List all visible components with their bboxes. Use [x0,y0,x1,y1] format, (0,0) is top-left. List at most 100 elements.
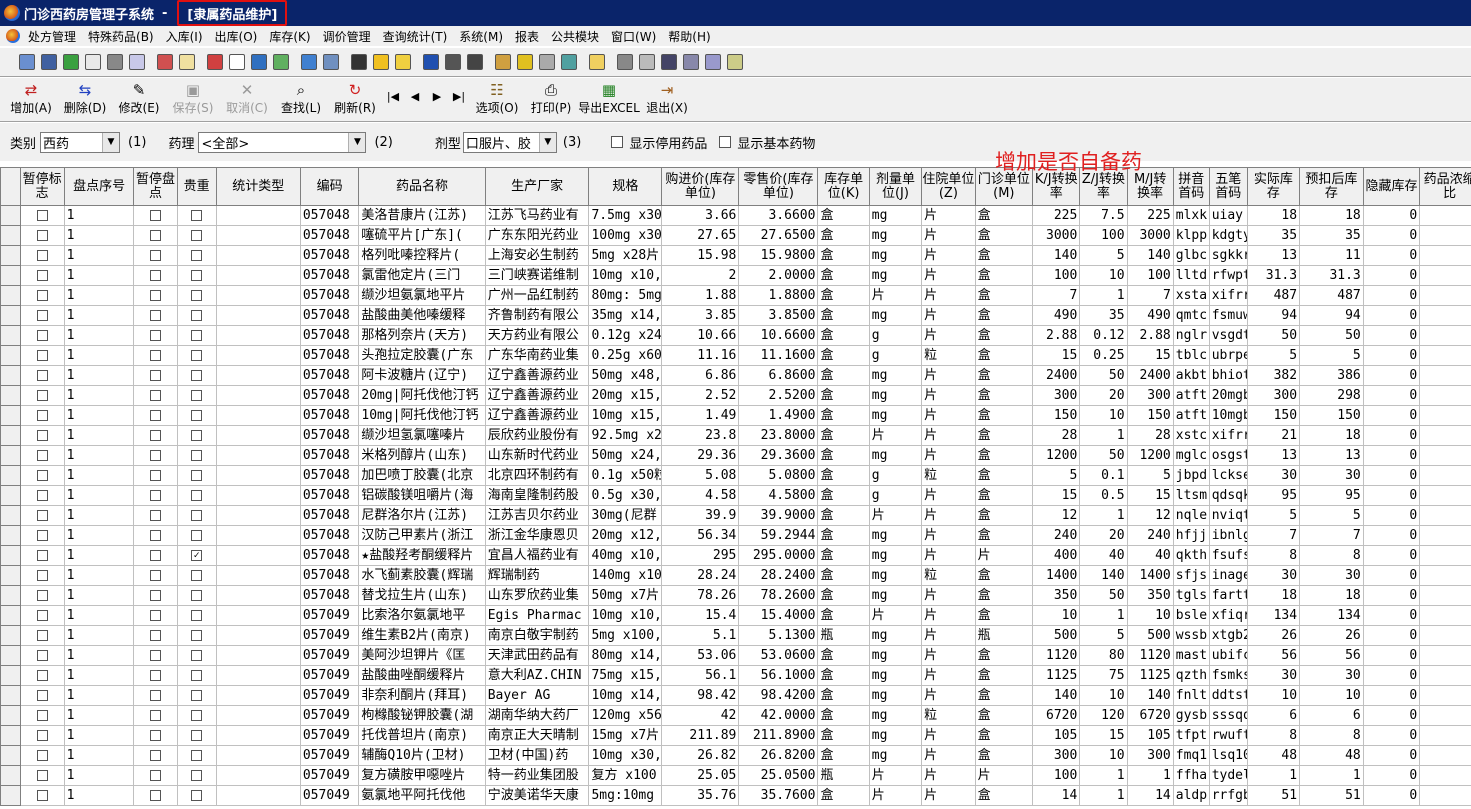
checkbox[interactable] [191,749,203,761]
manufacturer-cell[interactable]: 辽宁鑫善源药业 [484,405,590,426]
pause-count-checkbox[interactable] [133,265,178,286]
checkbox[interactable] [191,589,203,601]
hidden-stock-cell[interactable]: 0 [1362,545,1421,566]
pinyin-code-cell[interactable]: gysb [1172,705,1210,726]
drug-name-cell[interactable]: 比索洛尔氨氯地平 [358,605,486,626]
valuable-checkbox[interactable] [176,565,217,586]
manufacturer-cell[interactable]: 齐鲁制药有限公 [484,305,590,326]
kj-ratio-cell[interactable]: 400 [1032,545,1081,566]
calculator-icon[interactable] [561,54,577,70]
checkbox[interactable] [36,729,48,741]
mj-ratio-cell[interactable]: 28 [1126,425,1174,446]
hidden-stock-cell[interactable]: 0 [1362,305,1421,326]
stat-type-cell[interactable] [215,505,301,526]
count-seq-cell[interactable]: 1 [63,265,135,286]
stat-type-cell[interactable] [215,785,301,806]
inpatient-unit-cell[interactable]: 片 [921,245,976,266]
after-hold-stock-cell[interactable]: 95 [1299,485,1364,506]
kj-ratio-cell[interactable]: 100 [1032,265,1081,286]
mj-ratio-cell[interactable]: 6720 [1126,705,1174,726]
pinyin-code-cell[interactable]: tfpt [1172,725,1210,746]
outpatient-unit-cell[interactable]: 片 [974,765,1034,786]
spec-cell[interactable]: 20mg x15, [588,385,663,406]
count-seq-cell[interactable]: 1 [63,405,135,426]
kj-ratio-cell[interactable]: 6720 [1032,705,1081,726]
pause-flag-checkbox[interactable] [19,245,65,266]
purchase-price-cell[interactable]: 28.24 [661,565,740,586]
checkbox[interactable] [191,229,203,241]
concentration-cell[interactable] [1419,785,1471,806]
hidden-stock-cell[interactable]: 0 [1362,465,1421,486]
document-icon[interactable] [85,54,101,70]
hidden-stock-cell[interactable]: 0 [1362,725,1421,746]
col-header[interactable]: 药品浓缩比 [1419,167,1471,206]
zj-ratio-cell[interactable]: 0.25 [1079,345,1128,366]
drug-name-cell[interactable]: 10mg|阿托伐他汀钙 [358,405,486,426]
outpatient-unit-cell[interactable]: 盒 [974,305,1034,326]
thermometer-icon[interactable] [517,54,533,70]
spec-cell[interactable]: 120mg x56 [588,705,663,726]
checkbox[interactable] [150,589,162,601]
count-seq-cell[interactable]: 1 [63,545,135,566]
mj-ratio-cell[interactable]: 3000 [1126,225,1174,246]
purchase-price-cell[interactable]: 3.85 [661,305,740,326]
drug-name-cell[interactable]: 托伐普坦片(南京) [358,725,486,746]
pause-count-checkbox[interactable] [133,325,178,346]
dose-unit-cell[interactable]: mg [868,385,923,406]
code-cell[interactable]: 057048 [299,305,360,326]
mj-ratio-cell[interactable]: 10 [1126,605,1174,626]
inpatient-unit-cell[interactable]: 片 [921,525,976,546]
retail-price-cell[interactable]: 3.6600 [738,205,819,226]
spec-cell[interactable]: 0.1g x50粒 [588,465,663,486]
outpatient-unit-cell[interactable]: 盒 [974,345,1034,366]
table-row[interactable]: 1 057049 美阿沙坦钾片《匡 天津武田药品有 80mg x14, 53.06 53.0… [0,645,1471,666]
pause-count-checkbox[interactable] [133,505,178,526]
dose-unit-cell[interactable]: g [868,465,923,486]
checkbox[interactable] [191,649,203,661]
concentration-cell[interactable] [1419,285,1471,306]
edit-icon[interactable] [705,54,721,70]
drug-name-cell[interactable]: 美洛昔康片(江苏) [358,205,486,226]
col-header[interactable]: 剂量单位(J) [868,167,923,206]
after-hold-stock-cell[interactable]: 5 [1299,345,1364,366]
checkbox[interactable] [150,669,162,681]
pause-count-checkbox[interactable] [133,665,178,686]
approve-icon[interactable] [273,54,289,70]
kj-ratio-cell[interactable]: 7 [1032,285,1081,306]
pause-flag-checkbox[interactable] [19,425,65,446]
zj-ratio-cell[interactable]: 5 [1079,245,1128,266]
retail-price-cell[interactable]: 3.8500 [738,305,819,326]
stock-unit-cell[interactable]: 盒 [817,345,870,366]
valuable-checkbox[interactable] [176,265,217,286]
stat-type-cell[interactable] [215,725,301,746]
stock-unit-cell[interactable]: 瓶 [817,765,870,786]
checkbox[interactable] [191,249,203,261]
code-cell[interactable]: 057048 [299,465,360,486]
pause-flag-checkbox[interactable] [19,645,65,666]
count-seq-cell[interactable]: 1 [63,465,135,486]
outpatient-unit-cell[interactable]: 盒 [974,565,1034,586]
outpatient-unit-cell[interactable]: 盒 [974,645,1034,666]
checkbox[interactable]: ✓ [191,549,203,561]
purchase-price-cell[interactable]: 29.36 [661,445,740,466]
inpatient-unit-cell[interactable]: 片 [921,405,976,426]
drug-name-cell[interactable]: 盐酸曲美他嗪缓释 [358,305,486,326]
concentration-cell[interactable] [1419,265,1471,286]
concentration-cell[interactable] [1419,525,1471,546]
checkbox[interactable] [36,569,48,581]
count-seq-cell[interactable]: 1 [63,765,135,786]
hidden-stock-cell[interactable]: 0 [1362,265,1421,286]
category-select[interactable]: 西药 ▼ [40,131,121,153]
checkbox[interactable] [191,629,203,641]
stat-type-cell[interactable] [215,605,301,626]
concentration-cell[interactable] [1419,305,1471,326]
pause-count-checkbox[interactable] [133,285,178,306]
retail-price-cell[interactable]: 15.9800 [738,245,819,266]
menu-inventory[interactable]: 库存(K) [263,28,316,45]
code-cell[interactable]: 057049 [299,745,360,766]
zj-ratio-cell[interactable]: 140 [1079,565,1128,586]
retail-price-cell[interactable]: 1.8800 [738,285,819,306]
drug-name-cell[interactable]: 20mg|阿托伐他汀钙 [358,385,486,406]
manufacturer-cell[interactable]: 江苏飞马药业有 [484,205,590,226]
dose-unit-cell[interactable]: mg [868,405,923,426]
